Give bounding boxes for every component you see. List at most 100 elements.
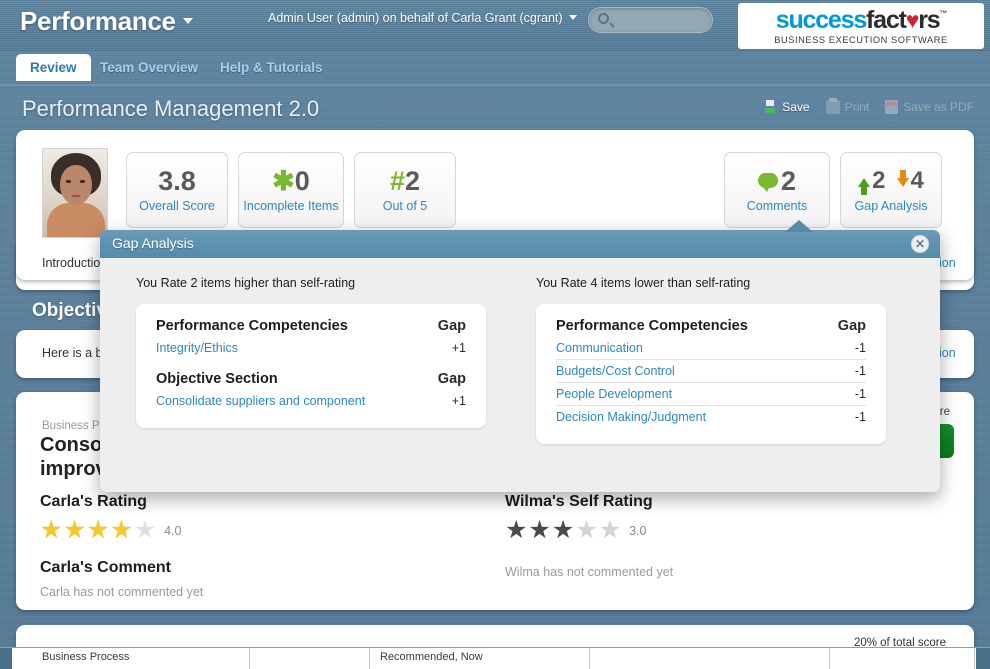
logo-part-rs: rs [918,6,939,34]
overall-score-label: Overall Score [139,199,215,213]
pdf-icon [885,100,898,114]
gap-lower-caption: You Rate 4 items lower than self-rating [536,276,886,290]
hash-icon: # [390,166,405,196]
top-bar: Performance Admin User (admin) on behalf… [0,0,990,52]
wilma-star-rating: ★ ★ ★ ★ ★ 3.0 [505,518,673,543]
popup-pointer-tail [785,220,813,232]
carla-star-rating[interactable]: ★ ★ ★ ★ ★ 4.0 [40,518,203,543]
tab-review[interactable]: Review [16,54,91,81]
page-title: Performance Management 2.0 [22,96,319,122]
app-title[interactable]: Performance [20,6,193,37]
gap-item-link[interactable]: Decision Making/Judgment [556,410,706,424]
gap-group-title: Objective Section [156,371,278,387]
arrow-down-icon [897,178,909,187]
gap-item-link[interactable]: Communication [556,341,643,355]
header-actions: Save Print Save as PDF [763,100,974,114]
gap-item-link[interactable]: Budgets/Cost Control [556,364,675,378]
wilma-rating-value: 3.0 [629,524,646,538]
carla-comment-heading: Carla's Comment [40,559,203,577]
gap-row: Communication -1 [556,337,866,359]
comment-bubble-icon [758,173,778,188]
search-box[interactable] [588,7,713,33]
logo-tagline: BUSINESS EXECUTION SOFTWARE [774,35,948,45]
star-icon[interactable]: ★ [63,518,85,543]
proxy-caret-icon[interactable] [569,15,577,20]
logo-wordmark: successfact♥rs™ [776,8,946,33]
gap-down-value: 4 [911,167,924,194]
primary-tabs: Review Team Overview Help & Tutorials [0,52,990,85]
gap-column-higher: You Rate 2 items higher than self-rating… [136,276,486,428]
rank-number: 2 [405,166,420,196]
save-button-label: Save [782,100,809,114]
gap-lower-panel: Performance Competencies Gap Communicati… [536,304,886,444]
logo-part-success: success [776,6,866,34]
gap-item-value: -1 [832,341,866,355]
incomplete-items-number: 0 [295,166,310,196]
introduction-text: Introduction [42,256,107,270]
star-icon: ★ [575,518,597,543]
gap-column-header: Gap [432,371,466,387]
popup-title: Gap Analysis [112,235,194,251]
rank-label: Out of 5 [383,199,427,213]
incomplete-items-label: Incomplete Items [243,199,338,213]
gap-group-title: Performance Competencies [556,318,748,334]
heart-icon: ♥ [906,7,918,33]
tile-out-of-5[interactable]: #2 Out of 5 [354,152,456,228]
comments-number: 2 [781,166,796,196]
search-icon [598,13,609,24]
star-icon: ★ [599,518,621,543]
tab-team-overview[interactable]: Team Overview [88,54,210,81]
gap-item-link[interactable]: Consolidate suppliers and component [156,394,365,408]
gap-item-value: -1 [832,387,866,401]
wilma-rating-block: Wilma's Self Rating ★ ★ ★ ★ ★ 3.0 Wilma … [505,493,673,579]
gap-item-link[interactable]: Integrity/Ethics [156,341,238,355]
arrow-up-icon [858,178,870,187]
star-icon[interactable]: ★ [110,518,132,543]
gap-item-link[interactable]: People Development [556,387,672,401]
carla-rating-heading: Carla's Rating [40,493,203,511]
rank-value: #2 [390,167,420,195]
print-button[interactable]: Print [826,100,870,114]
comments-label: Comments [747,199,807,213]
search-input[interactable] [617,8,707,32]
gap-item-value: +1 [432,341,466,355]
tile-comments[interactable]: 2 Comments [724,152,830,228]
tile-incomplete-items[interactable]: ✱0 Incomplete Items [238,152,344,228]
save-as-pdf-button[interactable]: Save as PDF [885,100,974,114]
tile-gap-analysis[interactable]: 2 4 Gap Analysis [840,152,942,228]
gap-row: Consolidate suppliers and component +1 [156,390,466,412]
bottom-strip-mid-text: Recommended, Now [380,651,483,663]
proxy-user-label[interactable]: Admin User (admin) on behalf of Carla Gr… [268,11,577,25]
carla-rating-value: 4.0 [164,524,181,538]
star-icon: ★ [505,518,527,543]
trademark-icon: ™ [939,9,946,18]
printer-icon [826,100,840,114]
star-icon[interactable]: ★ [87,518,109,543]
tab-help-tutorials[interactable]: Help & Tutorials [208,54,335,81]
tile-overall-score[interactable]: 3.8 Overall Score [126,152,228,228]
gap-group-header: Objective Section Gap [156,371,466,390]
app-title-caret-icon[interactable] [183,18,193,24]
close-icon[interactable]: ✕ [911,235,929,253]
save-button[interactable]: Save [763,100,809,114]
gap-column-header: Gap [832,318,866,334]
app-title-text: Performance [20,6,176,36]
gap-group: Performance Competencies Gap Integrity/E… [156,318,466,359]
star-icon[interactable]: ★ [134,518,156,543]
overall-score-value: 3.8 [158,167,196,195]
gap-group-title: Performance Competencies [156,318,348,334]
comments-value: 2 [758,167,796,195]
gap-row: Decision Making/Judgment -1 [556,405,866,428]
star-icon: ★ [528,518,550,543]
gap-higher-caption: You Rate 2 items higher than self-rating [136,276,486,290]
gap-analysis-label: Gap Analysis [855,199,928,213]
scrollbar[interactable] [976,648,990,669]
bottom-strip-left-text: Business Process [42,651,129,663]
gap-group-header: Performance Competencies Gap [156,318,466,337]
gap-row: People Development -1 [556,382,866,405]
gap-item-value: -1 [832,364,866,378]
incomplete-items-value: ✱0 [272,167,310,195]
gap-higher-panel: Performance Competencies Gap Integrity/E… [136,304,486,428]
gap-group-header: Performance Competencies Gap [556,318,866,337]
star-icon[interactable]: ★ [40,518,62,543]
